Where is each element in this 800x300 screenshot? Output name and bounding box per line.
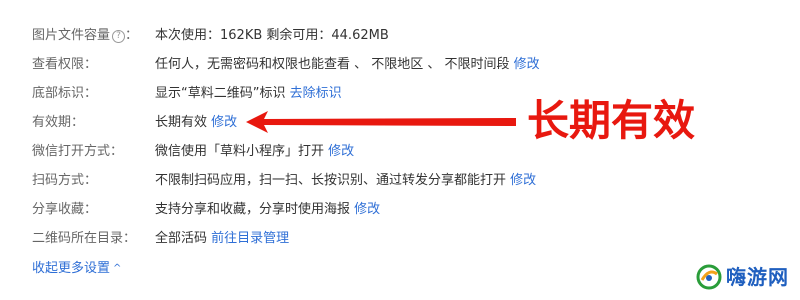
- watermark-logo-icon: [696, 264, 722, 290]
- bottom-mark-text: 显示“草料二维码”标识: [155, 86, 286, 101]
- file-capacity-value: 本次使用：162KB 剩余可用：44.62MB: [155, 28, 389, 43]
- view-permission-label: 查看权限：: [32, 57, 98, 72]
- directory-label: 二维码所在目录：: [32, 231, 137, 246]
- annotation-text: 长期有效: [527, 96, 696, 145]
- watermark-text: 嗨游网: [726, 265, 789, 289]
- wechat-open-label: 微信打开方式：: [32, 144, 124, 159]
- scan-mode-edit-link[interactable]: 修改: [510, 173, 536, 188]
- annotation-arrow: [246, 111, 516, 133]
- wechat-open-text: 微信使用「草料小程序」打开: [155, 144, 325, 159]
- remove-mark-link[interactable]: 去除标识: [290, 86, 342, 101]
- directory-text: 全部活码: [155, 231, 208, 246]
- bottom-mark-label: 底部标识：: [32, 86, 98, 101]
- file-capacity-label-text: 图片文件容量: [32, 28, 111, 43]
- collapse-settings-button[interactable]: 收起更多设置 ^: [32, 259, 121, 279]
- wechat-open-edit-link[interactable]: 修改: [328, 144, 354, 159]
- arrow-shape: [246, 111, 516, 133]
- scan-mode-value: 不限制扫码应用，扫一扫、长按识别、通过转发分享都能打开 修改: [155, 171, 536, 191]
- share-edit-link[interactable]: 修改: [354, 202, 380, 217]
- validity-value: 长期有效 修改: [155, 113, 237, 133]
- share-text: 支持分享和收藏，分享时使用海报: [155, 202, 351, 217]
- directory-manage-link[interactable]: 前往目录管理: [211, 231, 289, 246]
- view-permission-value: 任何人，无需密码和权限也能查看 、 不限地区 、 不限时间段 修改: [155, 55, 540, 75]
- validity-text: 长期有效: [155, 115, 208, 130]
- validity-edit-link[interactable]: 修改: [211, 115, 237, 130]
- validity-label: 有效期：: [32, 115, 85, 130]
- directory-value: 全部活码 前往目录管理: [155, 229, 289, 249]
- chevron-up-icon: ^: [113, 263, 122, 274]
- view-permission-edit-link[interactable]: 修改: [514, 57, 540, 72]
- file-capacity-label-colon: ：: [125, 28, 139, 43]
- collapse-settings-label: 收起更多设置: [32, 261, 111, 276]
- share-label: 分享收藏：: [32, 202, 98, 217]
- view-permission-text: 任何人，无需密码和权限也能查看 、 不限地区 、 不限时间段: [155, 57, 510, 72]
- settings-panel: 图片文件容量?： 本次使用：162KB 剩余可用：44.62MB 查看权限： 任…: [0, 0, 800, 300]
- wechat-open-value: 微信使用「草料小程序」打开 修改: [155, 142, 354, 162]
- scan-mode-text: 不限制扫码应用，扫一扫、长按识别、通过转发分享都能打开: [155, 173, 507, 188]
- share-value: 支持分享和收藏，分享时使用海报 修改: [155, 200, 380, 220]
- question-icon[interactable]: ?: [112, 30, 126, 43]
- bottom-mark-value: 显示“草料二维码”标识 去除标识: [155, 84, 342, 104]
- file-capacity-label: 图片文件容量?：: [32, 26, 138, 46]
- scan-mode-label: 扫码方式：: [32, 173, 98, 188]
